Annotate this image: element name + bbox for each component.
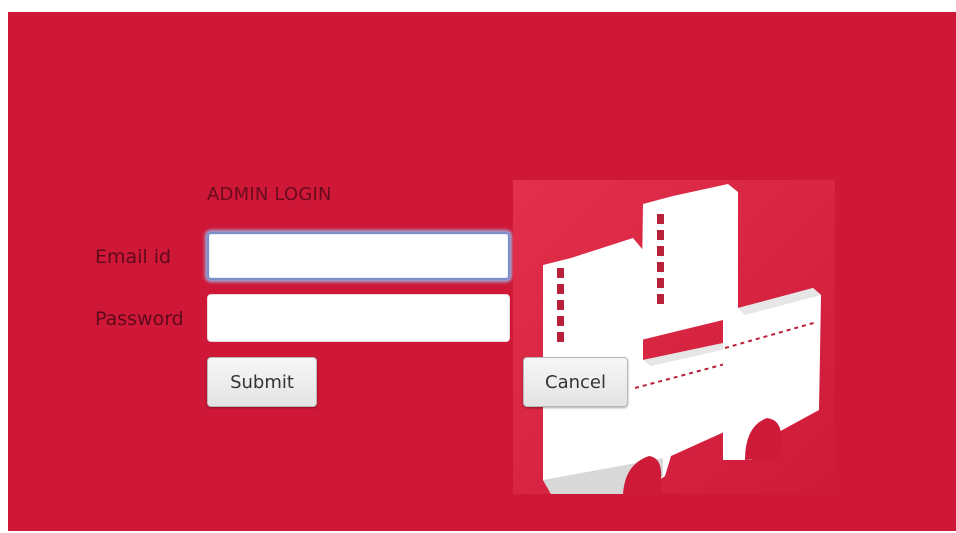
email-label: Email id	[95, 246, 172, 268]
login-window: ADMIN LOGIN Email id Password Submit Can…	[8, 12, 956, 531]
password-label: Password	[95, 308, 184, 330]
email-input[interactable]	[207, 232, 510, 280]
cancel-button[interactable]: Cancel	[523, 357, 628, 407]
form-title: ADMIN LOGIN	[207, 184, 332, 205]
page: ADMIN LOGIN Email id Password Submit Can…	[0, 0, 956, 533]
password-input[interactable]	[207, 294, 510, 342]
chairs-logo-icon	[513, 180, 835, 494]
submit-button[interactable]: Submit	[207, 357, 317, 407]
